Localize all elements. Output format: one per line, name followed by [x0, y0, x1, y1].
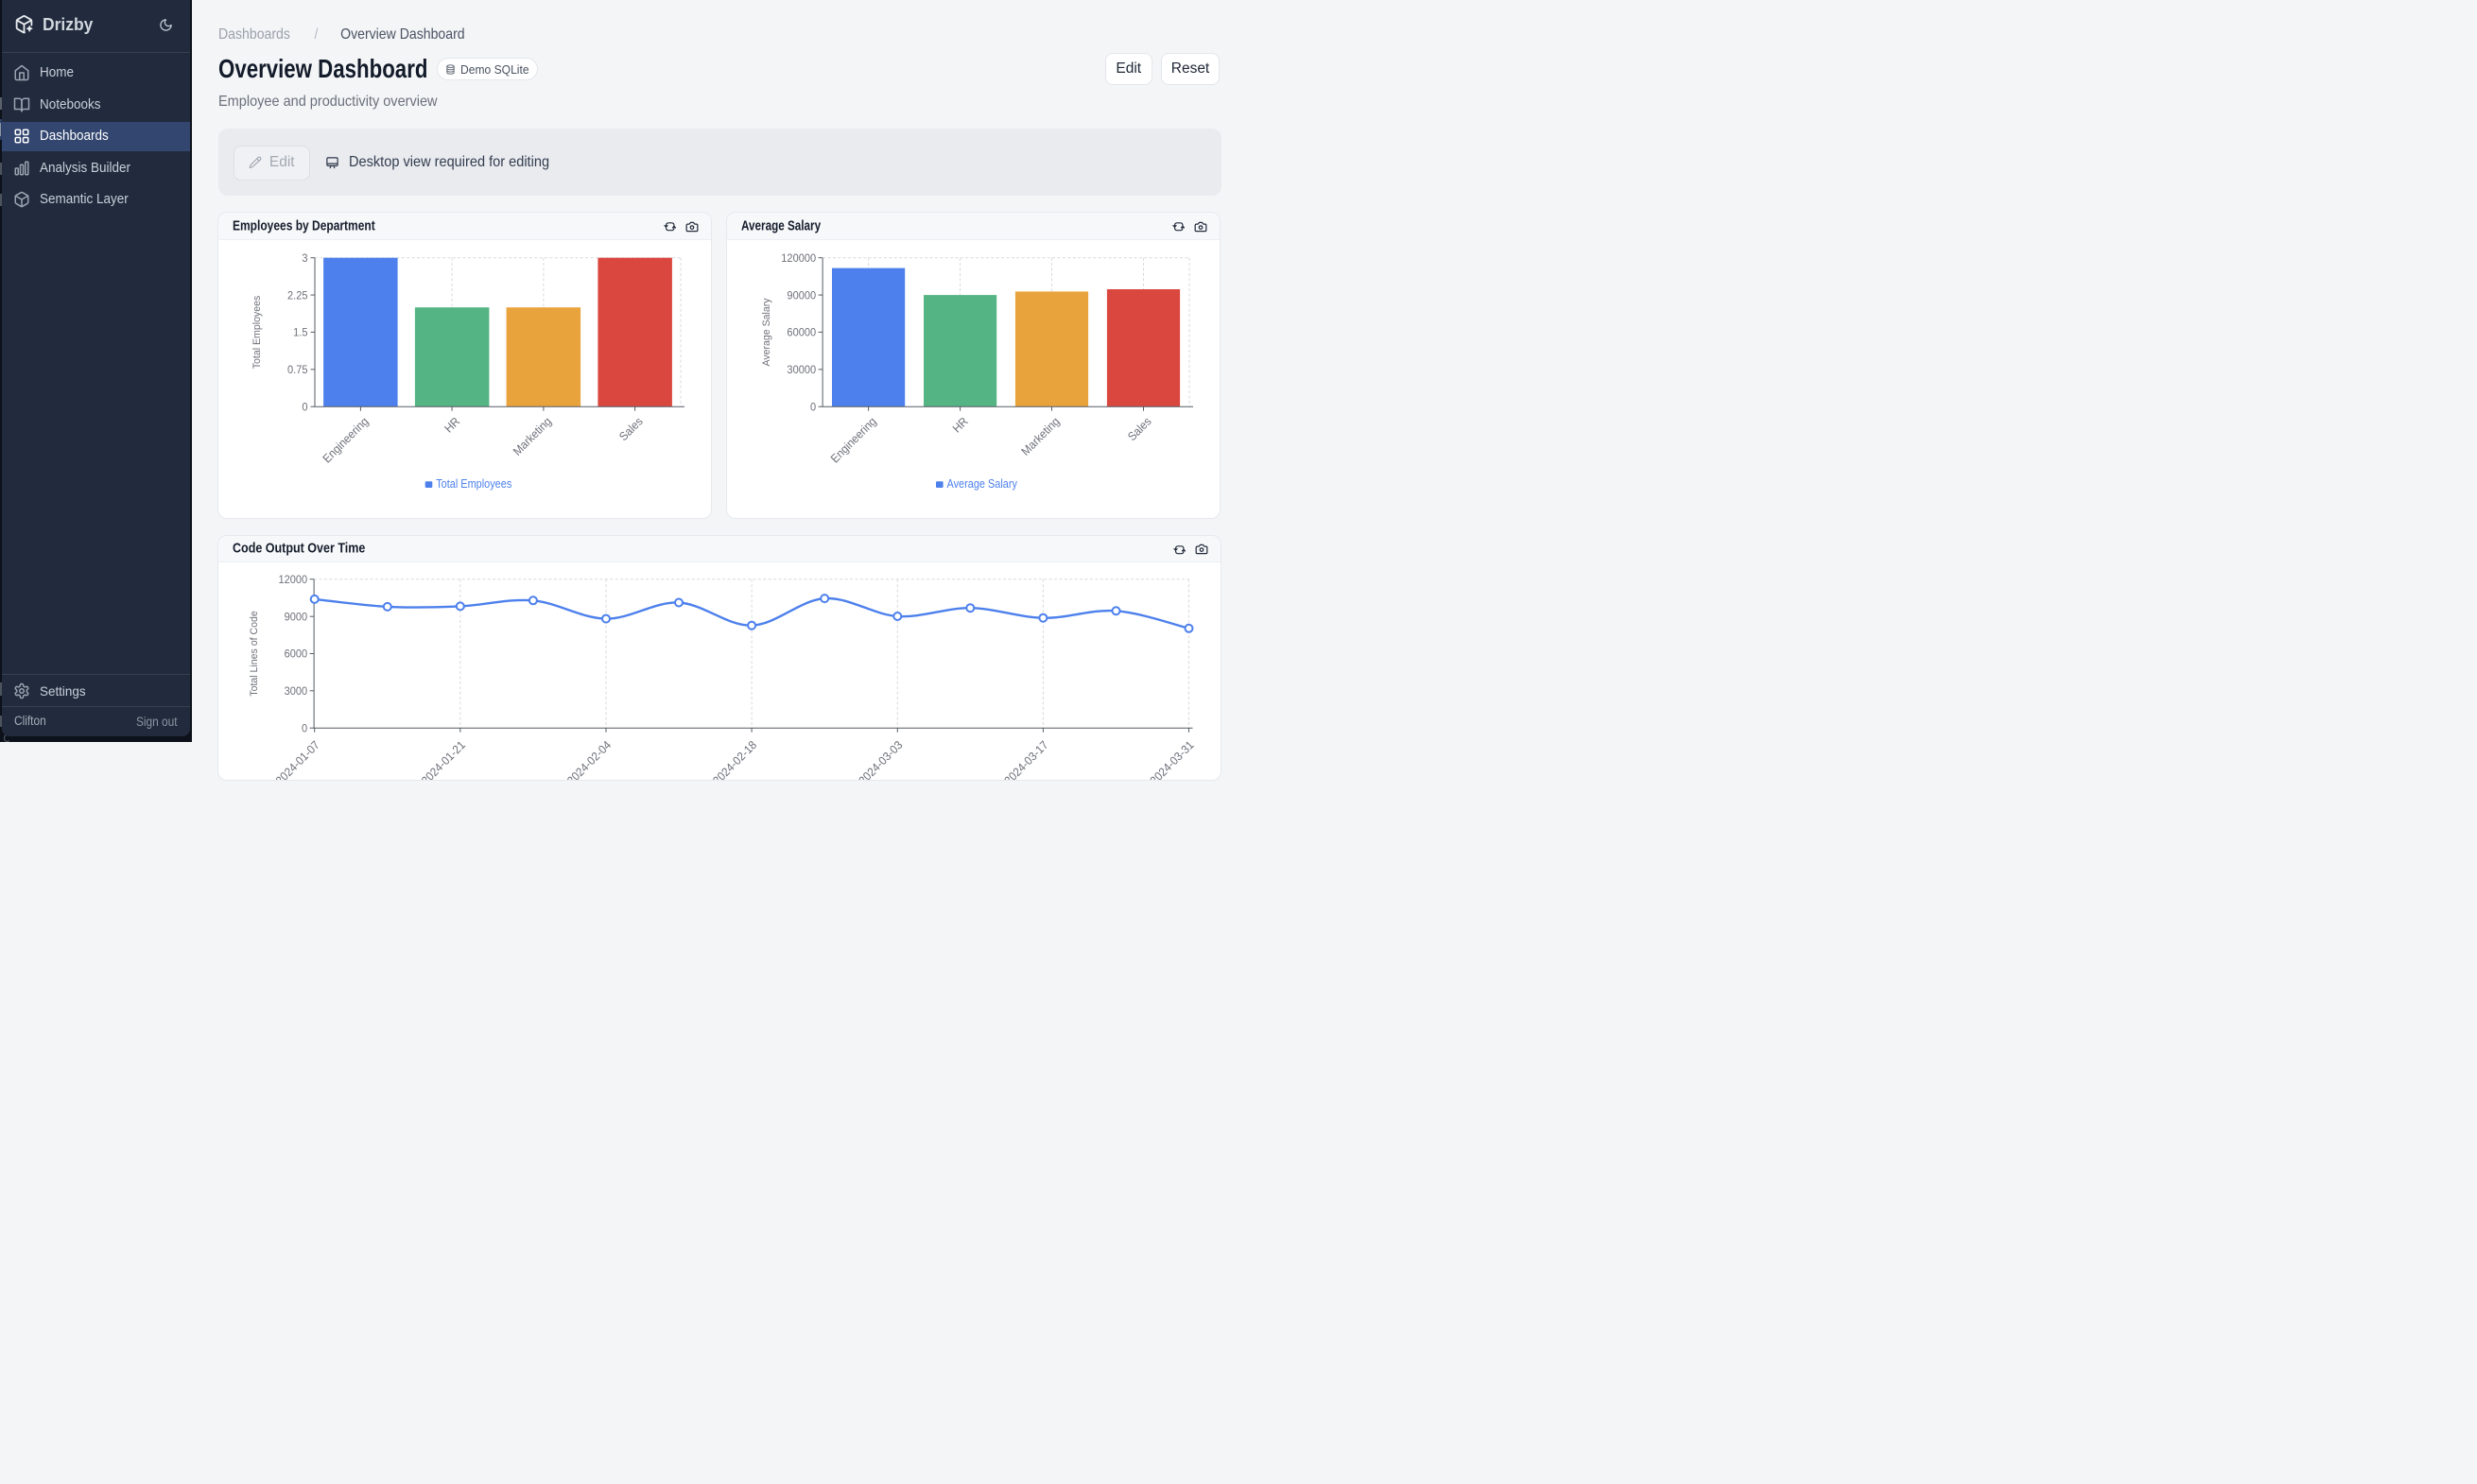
svg-text:0: 0 [301, 723, 306, 734]
svg-text:9000: 9000 [284, 612, 307, 623]
svg-text:Engineering: Engineering [320, 414, 371, 465]
svg-text:2024-03-03: 2024-03-03 [856, 738, 905, 781]
svg-text:Average Salary: Average Salary [947, 475, 1017, 490]
svg-text:90000: 90000 [787, 290, 816, 302]
svg-text:120000: 120000 [781, 252, 816, 264]
svg-text:2024-02-18: 2024-02-18 [710, 738, 759, 781]
svg-text:Total Lines of Code: Total Lines of Code [248, 611, 259, 696]
svg-text:3: 3 [302, 252, 307, 264]
svg-text:Total Employees: Total Employees [436, 475, 511, 490]
svg-text:Engineering: Engineering [828, 414, 879, 465]
svg-text:1.5: 1.5 [293, 327, 307, 338]
svg-text:Average Salary: Average Salary [761, 298, 772, 366]
svg-text:2024-03-31: 2024-03-31 [1147, 738, 1196, 781]
svg-text:2024-01-21: 2024-01-21 [418, 738, 467, 781]
svg-text:2024-02-04: 2024-02-04 [563, 738, 613, 781]
svg-text:12000: 12000 [278, 575, 307, 586]
svg-text:2024-03-17: 2024-03-17 [1001, 738, 1050, 781]
svg-text:3000: 3000 [284, 686, 307, 698]
svg-text:2024-01-07: 2024-01-07 [272, 738, 321, 781]
svg-text:30000: 30000 [787, 364, 816, 375]
svg-text:2.25: 2.25 [287, 290, 307, 302]
svg-text:0: 0 [302, 402, 307, 413]
svg-text:0.75: 0.75 [287, 364, 307, 375]
svg-text:HR: HR [950, 414, 971, 435]
svg-text:Sales: Sales [615, 414, 645, 443]
svg-text:Marketing: Marketing [510, 414, 553, 457]
svg-text:Sales: Sales [1125, 414, 1154, 443]
svg-text:Total Employees: Total Employees [251, 295, 262, 369]
svg-text:60000: 60000 [787, 327, 816, 338]
svg-text:HR: HR [442, 414, 462, 435]
svg-text:Marketing: Marketing [1018, 414, 1062, 457]
svg-text:0: 0 [810, 402, 816, 413]
svg-text:6000: 6000 [284, 648, 307, 660]
